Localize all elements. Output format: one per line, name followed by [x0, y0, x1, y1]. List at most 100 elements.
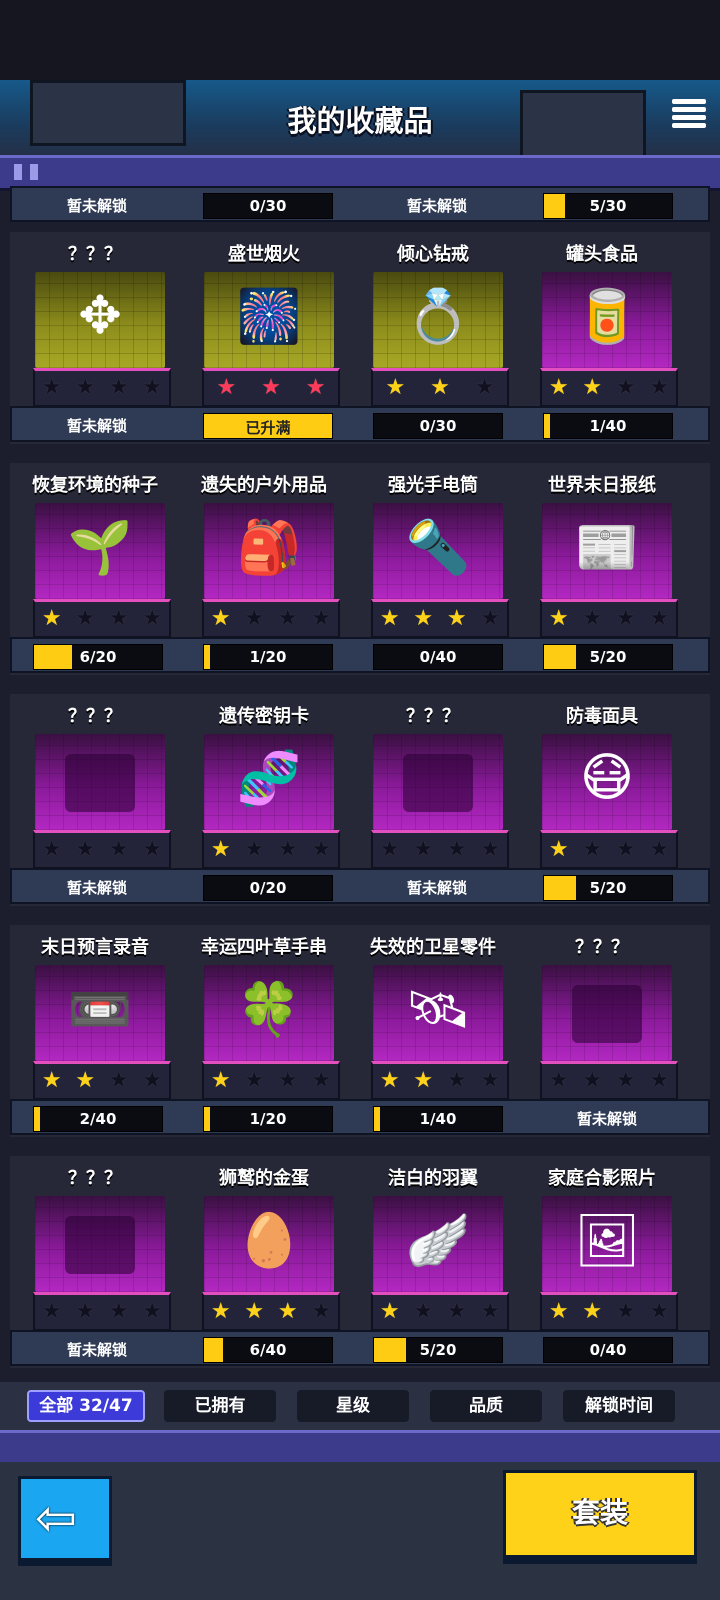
item-tile: [373, 734, 503, 830]
collection-item[interactable]: ？？？ ★ ★ ★ ★: [10, 694, 180, 869]
item-name: 世界末日报纸: [548, 475, 656, 496]
star-rating: ★ ★ ★ ★: [202, 1292, 340, 1331]
collection-item[interactable]: ？？？ ★ ★ ★ ★: [517, 925, 687, 1100]
filter-tab[interactable]: 星级: [297, 1390, 409, 1422]
collection-list[interactable]: 暂未解锁 0/30 暂未解锁 5/30 ？？？ ✥ ★ ★ ★ ★ 盛世烟火 🎆 ★ ★ ★ 倾心钻戒 💍 ★ ★…: [10, 186, 710, 1406]
progress-label: 5/30: [589, 197, 627, 215]
item-name: 遗传密钥卡: [219, 706, 309, 727]
back-button[interactable]: ⇦: [18, 1476, 112, 1566]
collection-item[interactable]: 失效的卫星零件 🛰 ★ ★ ★ ★: [348, 925, 518, 1100]
collection-item[interactable]: 盛世烟火 🎆 ★ ★ ★: [179, 232, 349, 407]
star-icon: ★: [41, 375, 62, 400]
collection-item[interactable]: 防毒面具 😷 ★ ★ ★ ★: [517, 694, 687, 869]
item-tile: [35, 734, 165, 830]
locked-status: 暂未解锁: [17, 192, 177, 218]
star-icon: ★: [430, 375, 450, 400]
star-rating: ★ ★ ★ ★: [540, 1061, 678, 1100]
star-icon: ★: [311, 1299, 332, 1324]
star-icon: ★: [210, 1068, 231, 1093]
item-name: 盛世烟火: [228, 244, 300, 265]
star-icon: ★: [210, 837, 231, 862]
locked-silhouette-icon: [403, 754, 473, 812]
progress-label: 6/40: [249, 1341, 287, 1359]
item-tile: 🖼: [542, 1196, 672, 1292]
progress-label: 5/20: [589, 879, 627, 897]
star-rating: ★ ★ ★ ★: [202, 1061, 340, 1100]
star-icon: ★: [480, 606, 501, 631]
band-notch: [30, 164, 38, 180]
collection-group: ？？？ ★ ★ ★ ★ 遗传密钥卡 🧬 ★ ★ ★ ★？？？ ★ ★ ★ ★ 防毒面具 😷 ★ ★ ★ ★ 暂未解锁 0/2…: [10, 694, 710, 906]
star-icon: ★: [548, 837, 569, 862]
status-bar: [0, 0, 720, 80]
locked-silhouette-icon: [65, 1216, 135, 1274]
locked-silhouette-icon: [65, 754, 135, 812]
star-icon: ★: [41, 837, 62, 862]
collection-item[interactable]: 罐头食品 🥫 ★ ★ ★ ★: [517, 232, 687, 407]
star-icon: ★: [108, 1068, 129, 1093]
filter-tab[interactable]: 已拥有: [164, 1390, 276, 1422]
menu-list-icon[interactable]: [672, 96, 706, 130]
progress-track: 0/40: [373, 644, 503, 670]
newspaper-icon: 📰: [574, 518, 640, 578]
collection-item[interactable]: 狮鹫的金蛋 🥚 ★ ★ ★ ★: [179, 1156, 349, 1331]
collection-item[interactable]: ？？？ ★ ★ ★ ★: [10, 1156, 180, 1331]
collection-item[interactable]: ？？？ ✥ ★ ★ ★ ★: [10, 232, 180, 407]
star-icon: ★: [615, 1299, 636, 1324]
progress-track: 1/20: [203, 1106, 333, 1132]
collection-item[interactable]: 恢复环境的种子 🌱 ★ ★ ★ ★: [10, 463, 180, 638]
suit-button[interactable]: 套装: [503, 1470, 697, 1564]
item-name: ？？？: [68, 1168, 122, 1189]
collection-item[interactable]: 末日预言录音 📼 ★ ★ ★ ★: [10, 925, 180, 1100]
canned-food-icon: 🥫: [574, 287, 640, 347]
fireworks-box-icon: 🎆: [236, 287, 302, 347]
status-row: 6/20 1/20 0/40 5/20: [10, 637, 710, 673]
star-icon: ★: [379, 837, 400, 862]
collection-item[interactable]: 强光手电筒 🔦 ★ ★ ★ ★: [348, 463, 518, 638]
collection-item[interactable]: 遗传密钥卡 🧬 ★ ★ ★ ★: [179, 694, 349, 869]
locked-silhouette-icon: [572, 985, 642, 1043]
progress-label: 已升满: [245, 419, 291, 437]
collection-item[interactable]: 倾心钻戒 💍 ★ ★ ★: [348, 232, 518, 407]
filter-tab[interactable]: 解锁时间: [563, 1390, 675, 1422]
star-icon: ★: [277, 1299, 298, 1324]
star-rating: ★ ★ ★ ★: [33, 599, 171, 638]
progress-track: 6/40: [203, 1337, 333, 1363]
collection-item[interactable]: ？？？ ★ ★ ★ ★: [348, 694, 518, 869]
item-name: ？？？: [406, 706, 460, 727]
star-icon: ★: [379, 606, 400, 631]
item-tile: 🛰: [373, 965, 503, 1061]
star-icon: ★: [142, 1299, 163, 1324]
progress-label: 2/40: [79, 1110, 117, 1128]
item-tile: 📼: [35, 965, 165, 1061]
star-icon: ★: [649, 1299, 670, 1324]
star-icon: ★: [615, 837, 636, 862]
collection-item[interactable]: 世界末日报纸 📰 ★ ★ ★ ★: [517, 463, 687, 638]
family-photo-icon: 🖼: [573, 1211, 640, 1271]
item-name: ？？？: [575, 937, 629, 958]
locked-status: 暂未解锁: [17, 1336, 177, 1362]
star-icon: ★: [75, 1299, 96, 1324]
star-rating: ★ ★ ★ ★: [540, 830, 678, 869]
item-name: 罐头食品: [566, 244, 638, 265]
backpack-icon: 🎒: [236, 518, 302, 578]
item-tile: [542, 965, 672, 1061]
collection-item[interactable]: 遗失的户外用品 🎒 ★ ★ ★ ★: [179, 463, 349, 638]
star-icon: ★: [480, 1299, 501, 1324]
star-icon: ★: [244, 837, 265, 862]
item-tile: 🪽: [373, 1196, 503, 1292]
status-row: 2/40 1/20 1/40 暂未解锁: [10, 1099, 710, 1135]
star-icon: ★: [649, 1068, 670, 1093]
filter-tab[interactable]: 品质: [430, 1390, 542, 1422]
star-icon: ★: [108, 1299, 129, 1324]
collection-item[interactable]: 家庭合影照片 🖼 ★ ★ ★ ★: [517, 1156, 687, 1331]
item-name: ？？？: [68, 244, 122, 265]
star-icon: ★: [548, 606, 569, 631]
item-tile: 🥫: [542, 272, 672, 368]
progress-label: 5/20: [589, 648, 627, 666]
star-icon: ★: [142, 837, 163, 862]
filter-tab[interactable]: 全部 32/47: [27, 1390, 145, 1422]
star-icon: ★: [446, 606, 467, 631]
collection-item[interactable]: 幸运四叶草手串 🍀 ★ ★ ★ ★: [179, 925, 349, 1100]
collection-item[interactable]: 洁白的羽翼 🪽 ★ ★ ★ ★: [348, 1156, 518, 1331]
star-icon: ★: [379, 1299, 400, 1324]
